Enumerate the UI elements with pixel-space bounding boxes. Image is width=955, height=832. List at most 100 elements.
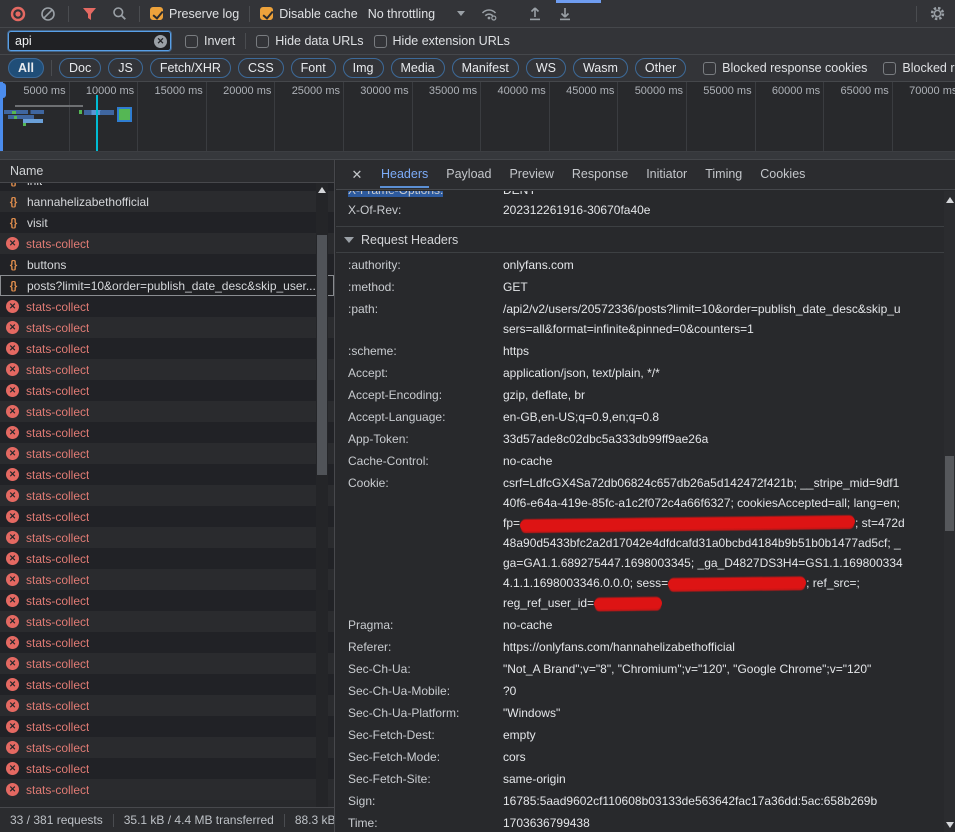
- request-row[interactable]: ✕stats-collect: [0, 674, 334, 695]
- request-row[interactable]: ✕stats-collect: [0, 485, 334, 506]
- type-filter-media[interactable]: Media: [391, 58, 445, 78]
- scroll-up-icon[interactable]: [946, 197, 954, 203]
- filter-icon[interactable]: [79, 4, 99, 24]
- request-row[interactable]: ✕stats-collect: [0, 653, 334, 674]
- request-row[interactable]: {}visit: [0, 212, 334, 233]
- header-value: DENY: [503, 191, 905, 200]
- request-row[interactable]: ✕stats-collect: [0, 317, 334, 338]
- clear-icon[interactable]: [38, 4, 58, 24]
- checkbox-box[interactable]: [883, 62, 896, 75]
- request-row[interactable]: ✕stats-collect: [0, 233, 334, 254]
- tab-preview[interactable]: Preview: [500, 161, 562, 188]
- import-har-icon[interactable]: [525, 4, 545, 24]
- type-filter-ws[interactable]: WS: [526, 58, 566, 78]
- request-row[interactable]: ✕stats-collect: [0, 527, 334, 548]
- type-filter-css[interactable]: CSS: [238, 58, 284, 78]
- xhr-request-icon: {}: [6, 217, 20, 229]
- type-filter-js[interactable]: JS: [108, 58, 143, 78]
- clear-filter-icon[interactable]: ✕: [154, 35, 167, 48]
- throttling-dropdown[interactable]: No throttling: [368, 7, 465, 21]
- request-row[interactable]: ✕stats-collect: [0, 737, 334, 758]
- tab-response[interactable]: Response: [563, 161, 637, 188]
- invert-checkbox-box[interactable]: [185, 35, 198, 48]
- hide-data-urls-checkbox-box[interactable]: [256, 35, 269, 48]
- header-name: :authority:: [348, 255, 503, 275]
- request-row[interactable]: ✕stats-collect: [0, 590, 334, 611]
- header-row: Sec-Fetch-Site:same-origin: [336, 769, 944, 789]
- request-row[interactable]: ✕stats-collect: [0, 506, 334, 527]
- request-row[interactable]: ✕stats-collect: [0, 548, 334, 569]
- hide-data-urls-checkbox[interactable]: Hide data URLs: [256, 34, 363, 48]
- type-filter-doc[interactable]: Doc: [59, 58, 101, 78]
- request-row[interactable]: {}buttons: [0, 254, 334, 275]
- disable-cache-checkbox[interactable]: Disable cache: [260, 7, 358, 21]
- requests-list-pane: Name {}init{}hannahelizabethofficial{}vi…: [0, 160, 335, 832]
- preserve-log-checkbox[interactable]: Preserve log: [150, 7, 239, 21]
- preserve-log-checkbox-box[interactable]: [150, 7, 163, 20]
- type-filter-wasm[interactable]: Wasm: [573, 58, 628, 78]
- type-filter-font[interactable]: Font: [291, 58, 336, 78]
- request-row[interactable]: {}init: [0, 183, 334, 191]
- tab-headers[interactable]: Headers: [372, 161, 437, 188]
- filter-input[interactable]: [8, 31, 171, 51]
- type-filter-other[interactable]: Other: [635, 58, 686, 78]
- blocked-response-cookies-checkbox[interactable]: Blocked response cookies: [703, 61, 867, 75]
- search-icon[interactable]: [109, 4, 129, 24]
- request-row[interactable]: ✕stats-collect: [0, 758, 334, 779]
- request-row[interactable]: ✕stats-collect: [0, 632, 334, 653]
- close-icon[interactable]: ✕: [346, 167, 368, 183]
- export-har-icon[interactable]: [555, 4, 575, 24]
- requests-scrollbar[interactable]: [316, 183, 328, 807]
- request-row[interactable]: ✕stats-collect: [0, 296, 334, 317]
- request-row[interactable]: ✕stats-collect: [0, 779, 334, 800]
- disable-cache-checkbox-box[interactable]: [260, 7, 273, 20]
- header-value: no-cache: [503, 615, 905, 635]
- timeline-tick-label: 50000 ms: [621, 85, 683, 97]
- request-row[interactable]: ✕stats-collect: [0, 422, 334, 443]
- type-filter-img[interactable]: Img: [343, 58, 384, 78]
- request-row[interactable]: ✕stats-collect: [0, 338, 334, 359]
- tab-payload[interactable]: Payload: [437, 161, 500, 188]
- header-row: App-Token:33d57ade8c02dbc5a333db99ff9ae2…: [336, 429, 944, 449]
- type-filter-all[interactable]: All: [8, 58, 44, 78]
- request-headers-section-toggle[interactable]: Request Headers: [336, 227, 944, 253]
- requests-scrollbar-thumb[interactable]: [317, 235, 327, 475]
- request-name: stats-collect: [26, 741, 89, 755]
- name-column-header[interactable]: Name: [0, 160, 334, 183]
- network-overview-timeline[interactable]: 5000 ms10000 ms15000 ms20000 ms25000 ms3…: [0, 82, 955, 152]
- request-row[interactable]: ✕stats-collect: [0, 569, 334, 590]
- overview-scrollbar[interactable]: [0, 152, 955, 160]
- header-row: Sec-Ch-Ua-Platform:"Windows": [336, 703, 944, 723]
- invert-checkbox[interactable]: Invert: [185, 34, 235, 48]
- hide-extension-urls-checkbox-box[interactable]: [374, 35, 387, 48]
- network-conditions-icon[interactable]: [479, 4, 499, 24]
- request-row[interactable]: ✕stats-collect: [0, 716, 334, 737]
- record-icon[interactable]: [8, 4, 28, 24]
- checkbox-box[interactable]: [703, 62, 716, 75]
- settings-gear-icon[interactable]: [927, 4, 947, 24]
- hide-extension-urls-checkbox[interactable]: Hide extension URLs: [374, 34, 510, 48]
- request-row[interactable]: ✕stats-collect: [0, 464, 334, 485]
- blocked-requests-checkbox[interactable]: Blocked requests: [883, 61, 955, 75]
- type-filter-manifest[interactable]: Manifest: [452, 58, 519, 78]
- type-filter-fetch-xhr[interactable]: Fetch/XHR: [150, 58, 231, 78]
- details-scrollbar-thumb[interactable]: [945, 456, 954, 531]
- overview-selection-knob[interactable]: [0, 83, 6, 98]
- details-scrollbar[interactable]: [944, 191, 955, 832]
- request-name: stats-collect: [26, 468, 89, 482]
- request-row[interactable]: ✕stats-collect: [0, 401, 334, 422]
- scroll-down-icon[interactable]: [946, 822, 954, 828]
- request-row[interactable]: ✕stats-collect: [0, 443, 334, 464]
- request-row[interactable]: {}hannahelizabethofficial: [0, 191, 334, 212]
- request-row[interactable]: {}posts?limit=10&order=publish_date_desc…: [0, 275, 334, 296]
- request-row[interactable]: ✕stats-collect: [0, 611, 334, 632]
- request-row[interactable]: ✕stats-collect: [0, 359, 334, 380]
- request-row[interactable]: ✕stats-collect: [0, 380, 334, 401]
- request-row[interactable]: ✕stats-collect: [0, 695, 334, 716]
- tab-cookies[interactable]: Cookies: [751, 161, 814, 188]
- scroll-up-icon[interactable]: [318, 187, 326, 193]
- timeline-tick-label: 70000 ms: [895, 85, 955, 97]
- waterfall-bar: [23, 123, 26, 126]
- tab-timing[interactable]: Timing: [696, 161, 751, 188]
- tab-initiator[interactable]: Initiator: [637, 161, 696, 188]
